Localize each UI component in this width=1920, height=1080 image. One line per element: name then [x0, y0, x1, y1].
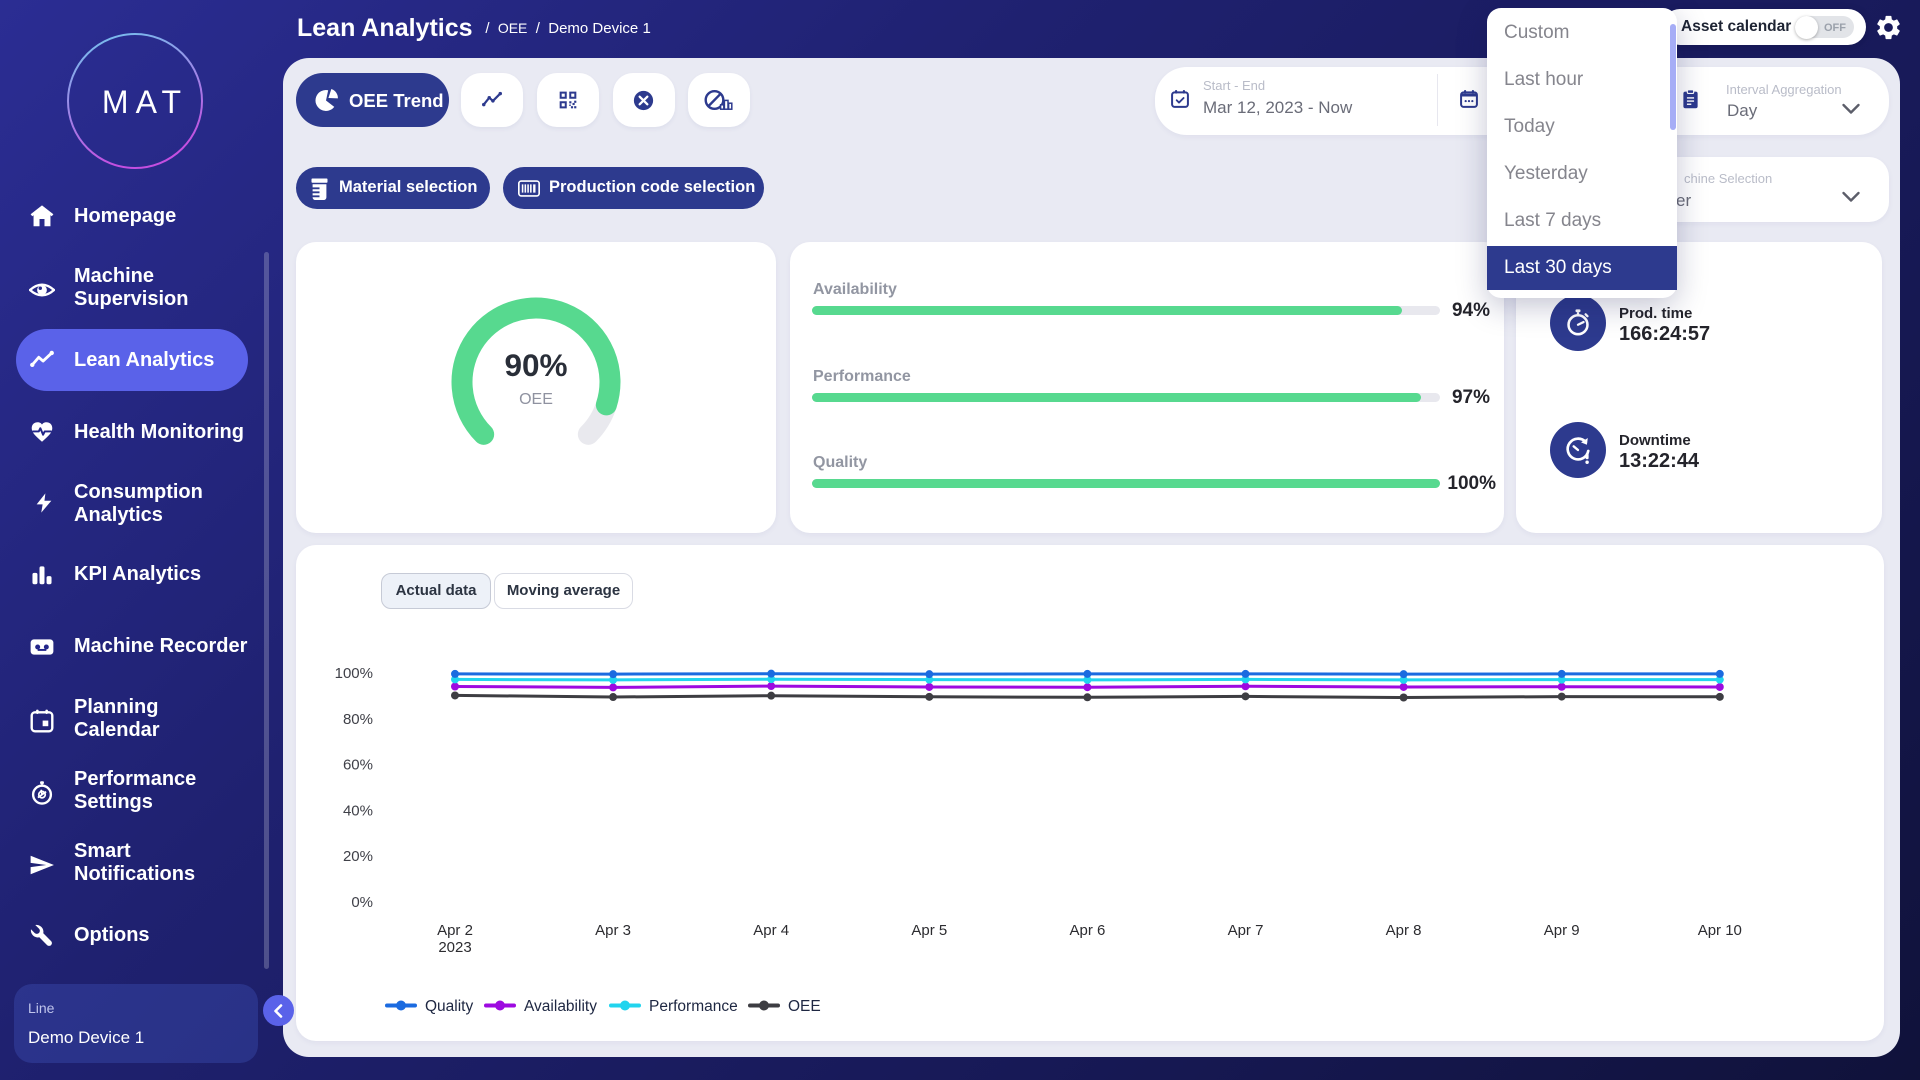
svg-text:Apr 8: Apr 8 [1386, 922, 1422, 939]
svg-text:0%: 0% [351, 894, 373, 911]
svg-text:80%: 80% [343, 711, 373, 728]
svg-text:OEE: OEE [788, 998, 821, 1015]
svg-text:Quality: Quality [425, 998, 473, 1015]
svg-text:Apr 7: Apr 7 [1228, 922, 1264, 939]
svg-text:Apr 2: Apr 2 [437, 922, 473, 939]
svg-text:Apr 4: Apr 4 [753, 922, 789, 939]
svg-text:2023: 2023 [438, 939, 471, 956]
svg-text:40%: 40% [343, 802, 373, 819]
svg-text:60%: 60% [343, 757, 373, 774]
svg-text:Apr 6: Apr 6 [1069, 922, 1105, 939]
svg-text:Apr 3: Apr 3 [595, 922, 631, 939]
svg-text:Performance: Performance [649, 998, 738, 1015]
svg-text:Apr 9: Apr 9 [1544, 922, 1580, 939]
svg-text:100%: 100% [335, 665, 373, 682]
svg-text:Apr 5: Apr 5 [911, 922, 947, 939]
svg-text:Apr 10: Apr 10 [1698, 922, 1742, 939]
svg-text:Availability: Availability [524, 998, 597, 1015]
svg-text:20%: 20% [343, 848, 373, 865]
